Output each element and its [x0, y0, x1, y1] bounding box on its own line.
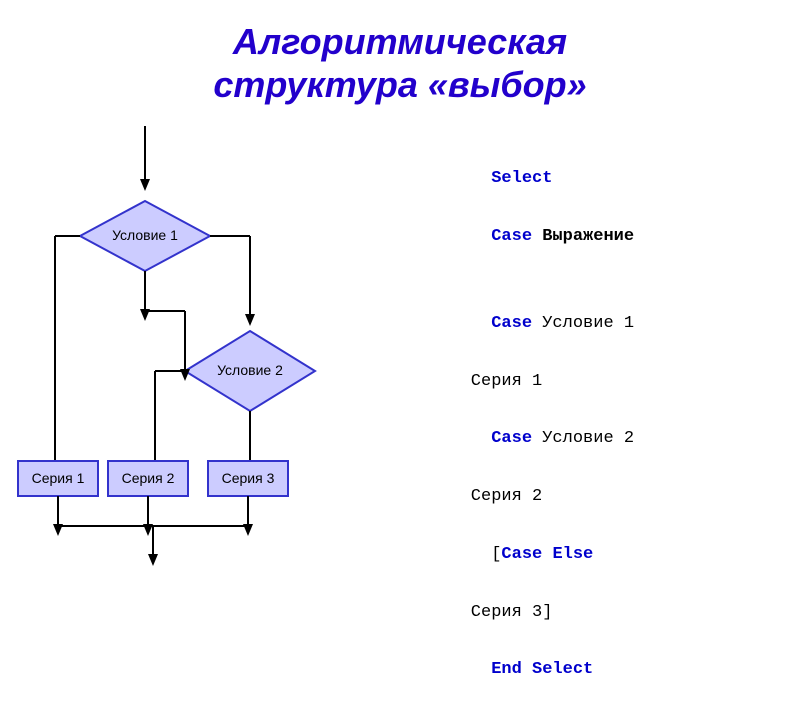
flowchart-diagram: Условие 1 Условие 2 [0, 126, 420, 586]
code-line-7: Серия 3] [430, 599, 800, 628]
code-line-1: Select Case Выражение [430, 136, 800, 280]
code-line-3: Серия 1 [430, 368, 800, 397]
code-line-8: End Select [430, 628, 800, 714]
code-line-5: Серия 2 [430, 483, 800, 512]
keyword-end: End [491, 660, 522, 679]
keyword-case-3: Case [491, 429, 532, 448]
svg-text:Серия 2: Серия 2 [122, 470, 175, 486]
svg-text:Серия 1: Серия 1 [32, 470, 85, 486]
keyword-case-1: Case [491, 227, 532, 246]
code-line-2: Case Условие 1 [430, 281, 800, 368]
keyword-select: Select [491, 169, 552, 188]
keyword-case-2: Case [491, 314, 532, 333]
svg-text:Серия 3: Серия 3 [222, 470, 275, 486]
svg-text:Условие 2: Условие 2 [217, 362, 283, 378]
svg-text:Условие 1: Условие 1 [112, 227, 178, 243]
code-expr: Выражение [532, 227, 634, 246]
code-line-4: Case Условие 2 [430, 396, 800, 483]
page-title: Алгоритмическая структура «выбор» [0, 0, 800, 106]
keyword-case-else-2: Else [552, 545, 593, 564]
code-line-6: [Case Else [430, 512, 800, 599]
keyword-case-else-1: Case [501, 545, 542, 564]
keyword-select-end: Select [532, 660, 593, 679]
code-panel: Select Case Выражение Case Условие 1 Сер… [420, 126, 800, 714]
